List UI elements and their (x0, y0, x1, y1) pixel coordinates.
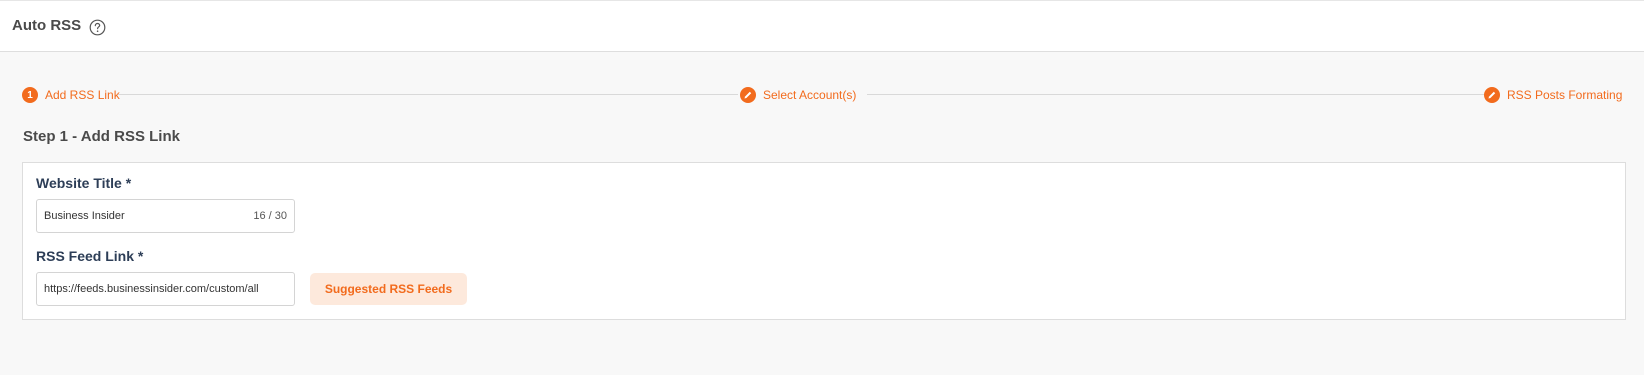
step-connector (118, 94, 738, 95)
page-title: Auto RSS (12, 17, 82, 34)
website-title-field-wrapper: 16 / 30 (36, 199, 295, 233)
step-connector (867, 94, 1485, 95)
step-select-accounts[interactable]: Select Account(s) (740, 86, 856, 104)
stepper: 1 Add RSS Link Select Account(s) RSS Pos… (0, 84, 1644, 106)
pencil-icon (1484, 87, 1500, 103)
website-title-label: Website Title * (36, 175, 132, 191)
website-title-input[interactable] (44, 200, 284, 232)
rss-feed-link-label: RSS Feed Link * (36, 248, 144, 264)
question-circle-icon[interactable] (89, 19, 106, 36)
rss-feed-link-input[interactable] (44, 273, 288, 305)
rss-form-card: Website Title * 16 / 30 RSS Feed Link * … (22, 162, 1626, 320)
step-add-rss-link[interactable]: 1 Add RSS Link (22, 86, 120, 104)
pencil-icon (740, 87, 756, 103)
rss-feed-link-field-wrapper (36, 272, 295, 306)
character-counter: 16 / 30 (253, 210, 287, 222)
step-heading: Step 1 - Add RSS Link (23, 128, 180, 145)
step-label: RSS Posts Formating (1507, 88, 1623, 102)
suggested-rss-feeds-button[interactable]: Suggested RSS Feeds (310, 273, 467, 305)
page-header: Auto RSS (0, 0, 1644, 52)
step-rss-posts-formatting[interactable]: RSS Posts Formating (1484, 86, 1622, 104)
step-label: Add RSS Link (45, 88, 120, 102)
step-label: Select Account(s) (763, 88, 857, 102)
step-number-badge: 1 (22, 87, 38, 103)
